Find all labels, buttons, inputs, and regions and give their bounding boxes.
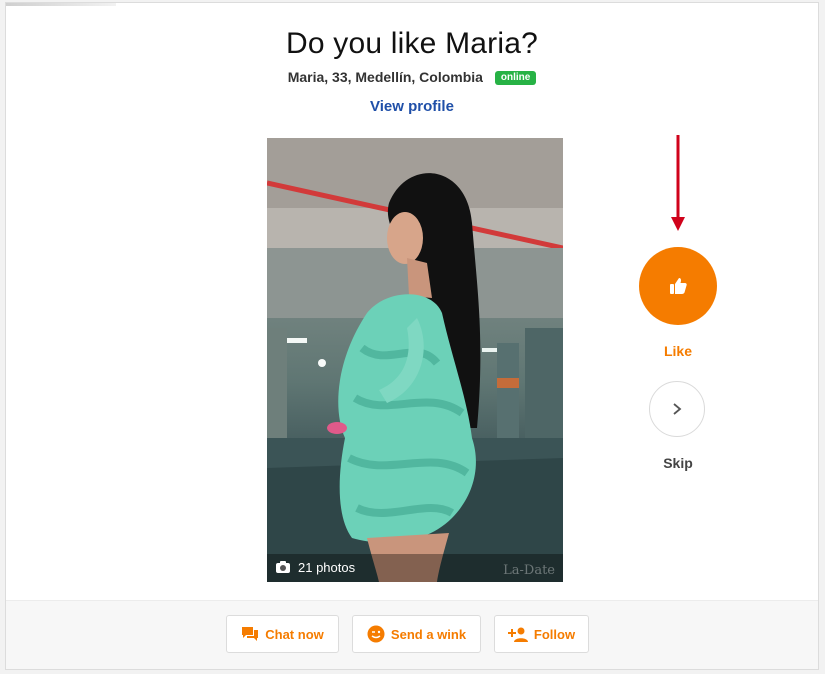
online-badge: online — [494, 71, 537, 85]
wink-icon — [367, 625, 385, 643]
action-footer: Chat now Send a wink Follow — [6, 600, 818, 669]
face — [387, 212, 423, 264]
profile-details-text: Maria, 33, Medellín, Colombia — [287, 69, 483, 85]
view-profile-link[interactable]: View profile — [6, 98, 818, 115]
skip-label[interactable]: Skip — [639, 455, 717, 471]
photo-count-label: 21 photos — [298, 560, 356, 575]
send-wink-button[interactable]: Send a wink — [352, 615, 481, 653]
photo-illustration — [267, 138, 563, 582]
profile-details: Maria, 33, Medellín, Colombia online — [6, 69, 818, 85]
page-title: Do you like Maria? — [285, 27, 539, 60]
chat-icon — [242, 627, 259, 641]
skip-button[interactable] — [649, 381, 705, 437]
pillar — [497, 343, 519, 453]
match-card: Do you like Maria? Maria, 33, Medellín, … — [5, 2, 819, 670]
ceiling-light — [318, 359, 326, 367]
pillar-stripe — [497, 378, 519, 388]
watermark: La-Date — [503, 563, 555, 578]
follow-label: Follow — [533, 626, 576, 642]
chevron-right-icon — [673, 403, 682, 415]
add-person-icon — [507, 627, 528, 642]
send-wink-label: Send a wink — [390, 626, 467, 642]
profile-photo[interactable]: 21 photos La-Date — [267, 138, 563, 582]
down-arrow-icon — [671, 135, 685, 231]
follow-button[interactable]: Follow — [494, 615, 589, 653]
chat-now-label: Chat now — [265, 626, 324, 642]
like-label[interactable]: Like — [639, 343, 717, 359]
like-button[interactable] — [639, 247, 717, 325]
held-object — [327, 422, 347, 434]
top-shadow — [6, 3, 116, 6]
chat-now-button[interactable]: Chat now — [226, 615, 339, 653]
thumbs-up-icon — [670, 278, 687, 294]
pillar — [267, 328, 287, 438]
